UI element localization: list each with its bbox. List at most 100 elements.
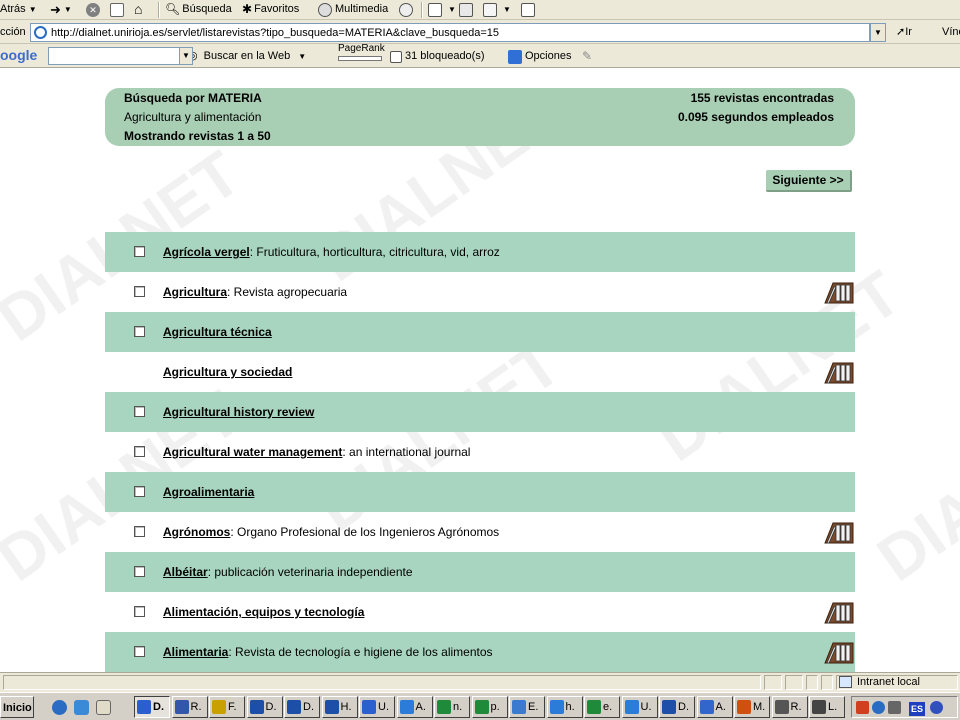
back-label: Atrás: [0, 3, 26, 15]
journal-title-link[interactable]: Albéitar: [163, 565, 208, 579]
star-icon: ✱: [242, 2, 253, 16]
google-search-input[interactable]: [48, 47, 180, 65]
favorites-button[interactable]: ✱ Favoritos: [242, 1, 299, 18]
task-label: R.: [190, 701, 202, 713]
taskbar-task-button[interactable]: H.: [321, 696, 358, 718]
select-checkbox[interactable]: [134, 286, 145, 297]
journal-title-link[interactable]: Agricultural history review: [163, 405, 314, 419]
task-app-icon: [474, 700, 489, 714]
outlook-quicklaunch-icon[interactable]: [74, 700, 89, 715]
address-label: cción: [0, 26, 26, 38]
journal-title-link[interactable]: Agricultural water management: [163, 445, 342, 459]
taskbar-task-button[interactable]: E.: [509, 696, 545, 718]
library-holdings-icon[interactable]: [823, 599, 855, 625]
blocked-label: 31 bloqueado(s): [405, 50, 485, 62]
go-button[interactable]: ➚Ir: [896, 23, 912, 42]
journal-title-link[interactable]: Agrónomos: [163, 525, 230, 539]
taskbar-task-button[interactable]: U.: [359, 696, 395, 718]
task-label: e.: [603, 701, 613, 713]
journal-title-link[interactable]: Agricultura: [163, 285, 227, 299]
taskbar-task-button[interactable]: A.: [396, 696, 433, 718]
taskbar-task-button[interactable]: F.: [209, 696, 245, 718]
tray-sound-icon[interactable]: [888, 701, 901, 714]
pagerank-label: PageRank: [338, 43, 385, 54]
mail-button[interactable]: ▼: [428, 1, 456, 18]
taskbar-task-button[interactable]: R.: [771, 696, 808, 718]
refresh-button[interactable]: [110, 1, 127, 18]
journal-subtitle: : Revista de tecnología e higiene de los…: [228, 645, 493, 659]
taskbar-task-button[interactable]: R.: [171, 696, 208, 718]
search-type: Búsqueda por MATERIA: [124, 91, 262, 105]
address-dropdown-button[interactable]: ▼: [870, 23, 886, 42]
journal-row: Albéitar: publicación veterinaria indepe…: [105, 552, 855, 592]
start-button[interactable]: Inicio: [0, 696, 34, 718]
tray-app-icon[interactable]: [856, 701, 869, 714]
taskbar-task-button[interactable]: D.: [134, 696, 170, 718]
media-button[interactable]: Multimedia: [318, 1, 388, 18]
journal-title-link[interactable]: Alimentación, equipos y tecnología: [163, 605, 364, 619]
go-arrow-icon: ➚: [896, 26, 906, 38]
taskbar-task-button[interactable]: n.: [434, 696, 470, 718]
journal-title-link[interactable]: Agrícola vergel: [163, 245, 250, 259]
links-label[interactable]: Vínc: [942, 26, 960, 38]
print-button[interactable]: [459, 1, 476, 18]
google-search-dropdown[interactable]: ▼: [179, 47, 193, 65]
home-button[interactable]: ⌂: [134, 1, 142, 18]
select-checkbox[interactable]: [134, 406, 145, 417]
library-holdings-icon[interactable]: [823, 279, 855, 305]
options-button[interactable]: Opciones: [508, 48, 571, 65]
search-button[interactable]: 🔍︎ Búsqueda: [165, 1, 232, 18]
taskbar-task-button[interactable]: p.: [471, 696, 508, 718]
tray-network-icon[interactable]: [872, 701, 885, 714]
journal-title-link[interactable]: Agricultura y sociedad: [163, 365, 292, 379]
edit-button[interactable]: ▼: [483, 1, 511, 18]
task-app-icon: [549, 700, 564, 714]
ie-quicklaunch-icon[interactable]: [52, 700, 67, 715]
desktop-quicklaunch-icon[interactable]: [96, 700, 111, 715]
next-page-button[interactable]: Siguiente >>: [766, 170, 852, 192]
taskbar-task-button[interactable]: M.: [734, 696, 770, 718]
history-button[interactable]: [399, 1, 416, 18]
taskbar-task-button[interactable]: D.: [284, 696, 320, 718]
discuss-button[interactable]: [521, 1, 538, 18]
search-web-button[interactable]: ◎Buscar en la Web▼: [188, 48, 306, 65]
taskbar-task-button[interactable]: D.: [659, 696, 695, 718]
library-holdings-icon[interactable]: [823, 639, 855, 665]
marker-icon: ✎: [582, 49, 593, 63]
taskbar-task-button[interactable]: h.: [546, 696, 583, 718]
select-checkbox[interactable]: [134, 606, 145, 617]
search-label: Búsqueda: [182, 3, 232, 15]
tray-monitor-icon[interactable]: [930, 701, 943, 714]
select-checkbox[interactable]: [134, 646, 145, 657]
select-checkbox[interactable]: [134, 326, 145, 337]
taskbar-task-button[interactable]: e.: [584, 696, 620, 718]
select-checkbox[interactable]: [134, 446, 145, 457]
taskbar-task-button[interactable]: D.: [246, 696, 283, 718]
google-logo[interactable]: oogle: [0, 47, 37, 63]
journal-title-link[interactable]: Alimentaria: [163, 645, 228, 659]
back-button[interactable]: Atrás ▼: [0, 1, 37, 18]
language-indicator[interactable]: ES: [909, 702, 925, 716]
stop-button[interactable]: ✕: [86, 1, 103, 18]
select-checkbox[interactable]: [134, 526, 145, 537]
highlight-button[interactable]: ✎: [582, 48, 592, 65]
taskbar-task-button[interactable]: L.: [809, 696, 845, 718]
task-app-icon: [437, 700, 451, 714]
select-checkbox[interactable]: [134, 566, 145, 577]
library-holdings-icon[interactable]: [823, 359, 855, 385]
url-input[interactable]: [30, 23, 870, 42]
select-checkbox[interactable]: [134, 246, 145, 257]
taskbar-task-button[interactable]: A.: [696, 696, 733, 718]
chevron-down-icon: ▼: [874, 28, 882, 37]
journal-subtitle: : publicación veterinaria independiente: [207, 565, 413, 579]
journal-title-link[interactable]: Agricultura técnica: [163, 325, 272, 339]
page-content: DIALNET DIALNET DIALNET DIALNET DIALNET …: [0, 69, 960, 672]
forward-button[interactable]: ➜ ▼: [50, 1, 72, 18]
select-checkbox[interactable]: [134, 486, 145, 497]
taskbar-task-button[interactable]: U.: [621, 696, 658, 718]
task-app-icon: [812, 700, 826, 714]
journal-title-link[interactable]: Agroalimentaria: [163, 485, 254, 499]
popup-blocker-button[interactable]: 31 bloqueado(s): [390, 48, 485, 65]
library-holdings-icon[interactable]: [823, 519, 855, 545]
go-label: Ir: [905, 26, 912, 38]
